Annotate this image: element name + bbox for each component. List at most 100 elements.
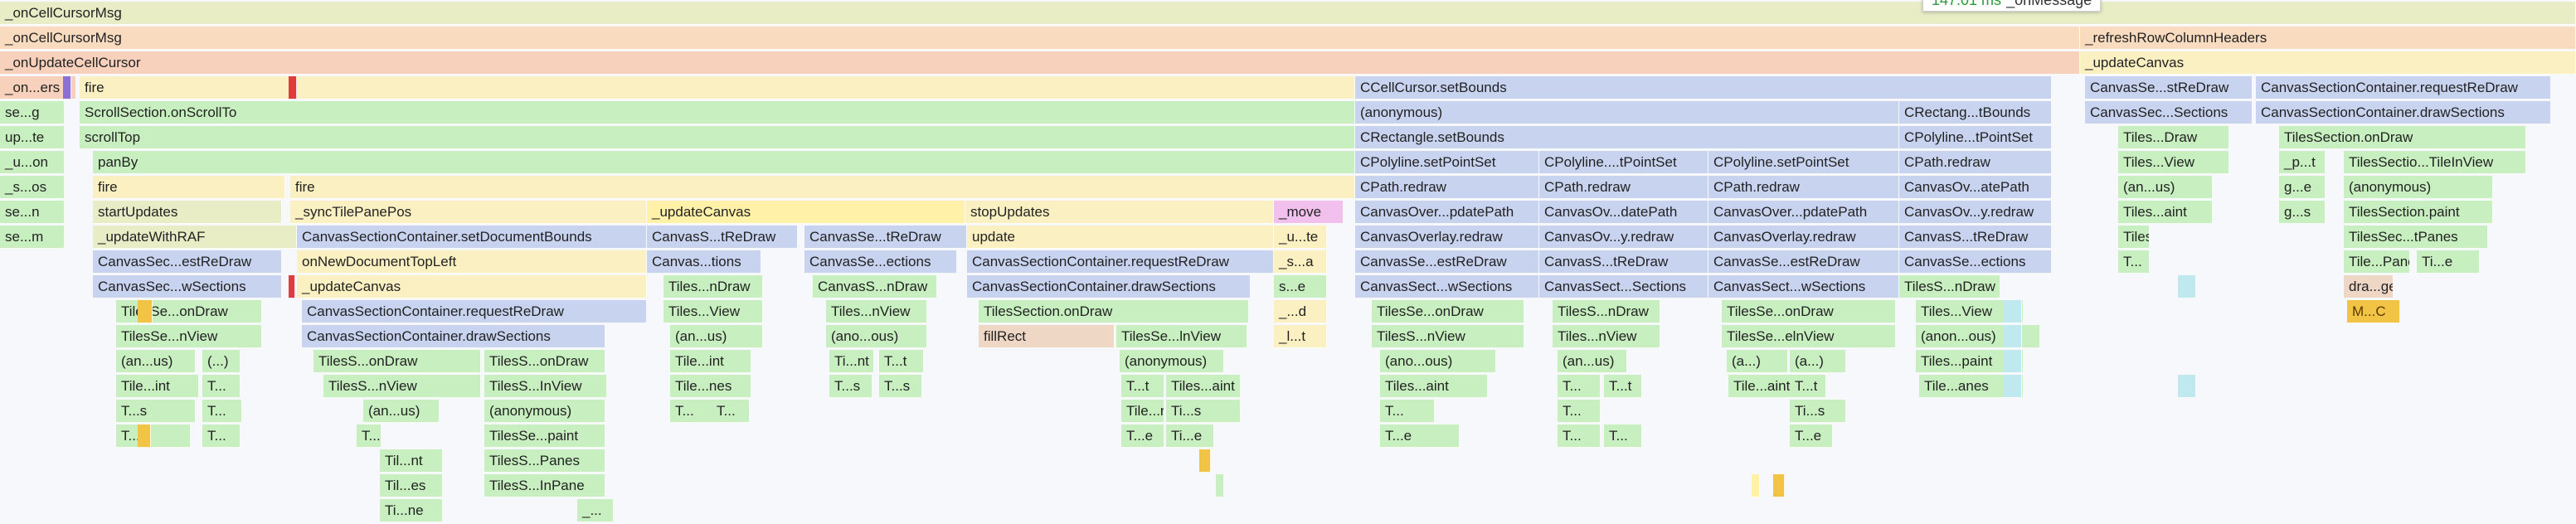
flame-block[interactable]: Tiles...View xyxy=(663,300,763,323)
flame-sliver[interactable] xyxy=(289,76,297,99)
flame-block[interactable]: _updateCanvas xyxy=(647,201,965,224)
flame-block[interactable]: CPolyline.setPointSet xyxy=(1708,151,1899,174)
flame-sliver[interactable] xyxy=(63,76,71,99)
flame-block[interactable]: _s...a xyxy=(1274,250,1327,274)
flame-block[interactable]: panBy xyxy=(93,151,1355,174)
flame-sliver[interactable] xyxy=(2178,275,2196,298)
flame-sliver[interactable] xyxy=(289,275,295,298)
flame-block[interactable]: T... xyxy=(1558,375,1601,398)
flame-block[interactable]: Tiles...nView xyxy=(1553,325,1660,348)
flame-block[interactable]: T... xyxy=(1558,400,1601,423)
flame-block[interactable]: se...m xyxy=(0,226,65,249)
flame-block[interactable]: (anonymous) xyxy=(1355,101,1899,124)
flame-block[interactable]: _s...os xyxy=(0,176,65,199)
flame-block[interactable]: _updateCanvas xyxy=(2080,51,2576,75)
flame-block[interactable]: scrollTop xyxy=(80,126,1355,149)
flame-block[interactable]: CanvasSect...wSections xyxy=(1355,275,1539,298)
flame-block[interactable]: CanvasS...tReDraw xyxy=(647,226,798,249)
flame-block[interactable]: CPath.redraw xyxy=(1539,176,1708,199)
flame-block[interactable]: Tile...int xyxy=(116,375,199,398)
flame-block[interactable]: _refreshRowColumnHeaders xyxy=(2080,27,2576,50)
flame-block[interactable]: CanvasSe...ections xyxy=(1899,250,2052,274)
flame-block[interactable]: _onCellCursorMsg xyxy=(0,27,2080,50)
flame-block[interactable]: CanvasSectionContainer.drawSections xyxy=(302,325,605,348)
flame-block[interactable]: Tiles...nDraw xyxy=(663,275,763,298)
flame-block[interactable]: CPolyline.setPointSet xyxy=(1355,151,1539,174)
flame-block[interactable]: T...e xyxy=(1121,425,1164,448)
flame-block[interactable]: TilesS...nDraw xyxy=(1899,275,2000,298)
flame-block[interactable]: CanvasSe...tReDraw xyxy=(804,226,967,249)
flame-block[interactable]: TilesSection.onDraw xyxy=(979,300,1249,323)
flame-block[interactable]: CPath.redraw xyxy=(1708,176,1899,199)
flame-block[interactable]: Tiles...aint xyxy=(2118,201,2213,224)
flame-block[interactable]: TilesS...nDraw xyxy=(1553,300,1660,323)
flame-block[interactable]: T...e xyxy=(116,425,191,448)
flame-block[interactable]: TilesSe...nView xyxy=(116,325,262,348)
flame-block[interactable]: CanvasSectionContainer.requestReDraw xyxy=(2256,76,2551,99)
flame-block[interactable]: TilesS...InPane xyxy=(484,474,605,497)
flame-block[interactable]: TilesSection.paint xyxy=(2344,201,2493,224)
flame-block[interactable]: TilesS...nView xyxy=(1372,325,1524,348)
flame-sliver[interactable] xyxy=(2004,300,2022,323)
flame-block[interactable]: T...e xyxy=(1790,425,1833,448)
flame-block[interactable]: CanvasOv...datePath xyxy=(1539,201,1708,224)
flame-block[interactable]: _... xyxy=(577,499,614,522)
flame-block[interactable]: CanvasOv...y.redraw xyxy=(1539,226,1708,249)
flame-block[interactable]: Tile...Pane xyxy=(2344,250,2410,274)
flame-block[interactable]: TilesS...InView xyxy=(484,375,607,398)
flame-block[interactable]: CanvasSectionContainer.setDocumentBounds xyxy=(297,226,647,249)
flame-block[interactable]: Ti...ne xyxy=(380,499,443,522)
flame-block[interactable]: CanvasS...tReDraw xyxy=(1899,226,2052,249)
flame-block[interactable]: CCellCursor.setBounds xyxy=(1355,76,2052,99)
flame-block[interactable]: TilesS...onDraw xyxy=(313,350,481,373)
flame-block[interactable]: T... xyxy=(1604,425,1642,448)
flame-block[interactable]: T...s xyxy=(116,400,196,423)
flame-block[interactable]: Canvas...tions xyxy=(647,250,761,274)
flame-block[interactable]: T... xyxy=(712,400,750,423)
flame-block[interactable]: T...t xyxy=(879,350,924,373)
flame-block[interactable]: (ano...ous) xyxy=(826,325,927,348)
flame-block[interactable]: T... xyxy=(202,425,241,448)
flame-block[interactable]: Tile...nes xyxy=(1121,400,1164,423)
flame-sliver[interactable] xyxy=(1773,474,1785,497)
flame-block[interactable]: Tile...nes xyxy=(670,375,751,398)
flame-block[interactable]: up...te xyxy=(0,126,65,149)
flame-block[interactable]: CanvasOverlay.redraw xyxy=(1708,226,1899,249)
flame-block[interactable]: TilesSection.onDraw xyxy=(2279,126,2526,149)
flame-block[interactable]: onNewDocumentTopLeft xyxy=(297,250,647,274)
flame-block[interactable]: CanvasSectionContainer.requestReDraw xyxy=(967,250,1274,274)
flame-block[interactable]: TilesS...onDraw xyxy=(484,350,605,373)
flame-block[interactable]: Tiles...aint xyxy=(1380,375,1488,398)
flame-block[interactable]: Tiles...nes xyxy=(2118,226,2150,249)
flame-block[interactable]: Tiles...nView xyxy=(826,300,927,323)
flame-block[interactable]: T...t xyxy=(1604,375,1642,398)
flame-block[interactable]: CanvasSec...Sections xyxy=(2085,101,2253,124)
flame-sliver[interactable] xyxy=(1199,449,1211,473)
flame-block[interactable]: Ti...s xyxy=(1166,400,1241,423)
flame-block[interactable]: fillRect xyxy=(979,325,1115,348)
flame-block[interactable]: CPath.redraw xyxy=(1355,176,1539,199)
flame-block[interactable]: TilesSe...lnView xyxy=(1116,325,1247,348)
flame-block[interactable]: T... xyxy=(357,425,382,448)
flame-block[interactable]: _p...t xyxy=(2279,151,2326,174)
flame-block[interactable]: _u...te xyxy=(1274,226,1327,249)
flame-block[interactable]: TilesSec...tPanes xyxy=(2344,226,2488,249)
flame-block[interactable]: CanvasSectionContainer.requestReDraw xyxy=(302,300,647,323)
flame-block[interactable]: CanvasS...nDraw xyxy=(813,275,937,298)
flame-block[interactable]: CanvasOver...pdatePath xyxy=(1355,201,1539,224)
flame-block[interactable]: Ti...s xyxy=(1790,400,1846,423)
flame-sliver[interactable] xyxy=(2178,375,2196,398)
flame-block[interactable]: Tiles...Draw xyxy=(2118,126,2229,149)
flame-block[interactable]: _...d xyxy=(1274,300,1327,323)
flame-block[interactable]: Ti...e xyxy=(1166,425,1214,448)
flame-block[interactable]: TilesS...nView xyxy=(323,375,481,398)
flame-block[interactable]: Tiles...aint xyxy=(1166,375,1241,398)
flame-block[interactable]: CanvasSectionContainer.drawSections xyxy=(2256,101,2551,124)
flame-block[interactable]: _onUpdateCellCursor xyxy=(0,51,2080,75)
flame-block[interactable]: CRectangle.setBounds xyxy=(1355,126,1899,149)
flame-block[interactable]: T...t xyxy=(1121,375,1164,398)
flame-block[interactable]: _updateWithRAF xyxy=(93,226,297,249)
flame-block[interactable]: TilesSe...elnView xyxy=(1722,325,1896,348)
flame-block[interactable]: T... xyxy=(1380,400,1435,423)
flame-sliver[interactable] xyxy=(2004,325,2022,348)
